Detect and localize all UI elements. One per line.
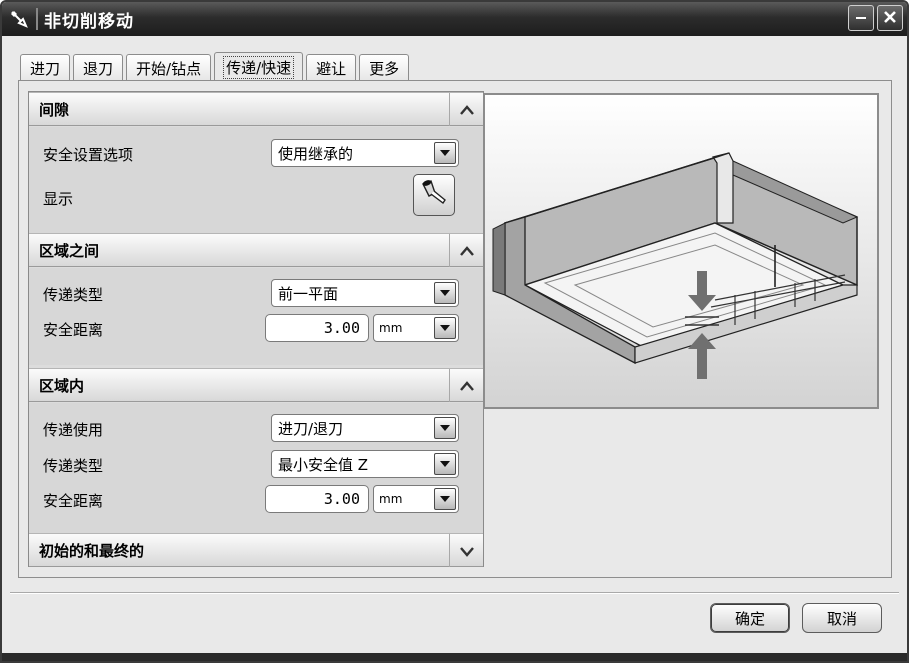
tab-transfer-rapid[interactable]: 传递/快速 bbox=[214, 52, 304, 81]
unit-value: mm bbox=[379, 321, 403, 335]
section-body-clearance: 安全设置选项 使用继承的 显示 bbox=[29, 127, 483, 233]
button-label: 确定 bbox=[734, 609, 765, 628]
section-header-clearance[interactable]: 间隙 bbox=[29, 92, 483, 126]
transfer-using-label: 传递使用 bbox=[43, 421, 104, 439]
dropdown-arrow-icon[interactable] bbox=[434, 417, 456, 439]
tab-label: 开始/钻点 bbox=[136, 59, 202, 78]
section-title: 间隙 bbox=[39, 100, 70, 119]
unit-value: mm bbox=[379, 492, 403, 506]
tab-retract[interactable]: 退刀 bbox=[73, 54, 124, 81]
tab-engage[interactable]: 进刀 bbox=[20, 54, 71, 81]
section-title: 区域内 bbox=[39, 376, 85, 395]
tab-panel: 间隙 安全设置选项 使用继承的 显示 区域之间 传递类型 前一平面 安全距离 3… bbox=[18, 80, 892, 578]
transfer-type-label: 传递类型 bbox=[43, 457, 104, 475]
tab-avoidance[interactable]: 避让 bbox=[306, 54, 357, 81]
safe-distance-label: 安全距离 bbox=[43, 492, 104, 510]
section-title: 区域之间 bbox=[39, 241, 100, 260]
transfer-type-select[interactable]: 最小安全值 Z bbox=[271, 450, 459, 478]
display-label: 显示 bbox=[43, 190, 74, 208]
section-header-between-regions[interactable]: 区域之间 bbox=[29, 233, 483, 267]
close-button[interactable] bbox=[877, 5, 903, 31]
dropdown-arrow-icon[interactable] bbox=[434, 453, 456, 475]
flashlight-icon bbox=[419, 178, 449, 212]
tab-label: 传递/快速 bbox=[223, 55, 295, 79]
select-value: 进刀/退刀 bbox=[278, 419, 344, 438]
settings-panel: 间隙 安全设置选项 使用继承的 显示 区域之间 传递类型 前一平面 安全距离 3… bbox=[28, 91, 484, 567]
select-value: 最小安全值 Z bbox=[278, 455, 369, 474]
section-title: 初始的和最终的 bbox=[39, 541, 145, 560]
cancel-button[interactable]: 取消 bbox=[802, 603, 882, 633]
select-value: 前一平面 bbox=[278, 284, 339, 303]
ok-button[interactable]: 确定 bbox=[710, 603, 790, 633]
dialog-window: 非切削移动 进刀 退刀 开始/钻点 传递/快速 避让 更多 间隙 安全设置选项 … bbox=[0, 0, 909, 663]
tab-label: 避让 bbox=[316, 59, 347, 78]
section-body-between-regions: 传递类型 前一平面 安全距离 3.00 mm bbox=[29, 268, 483, 365]
safe-distance-label: 安全距离 bbox=[43, 321, 104, 339]
tab-start-drill-point[interactable]: 开始/钻点 bbox=[126, 54, 212, 81]
transfer-using-select[interactable]: 进刀/退刀 bbox=[271, 414, 459, 442]
safe-distance-input[interactable]: 3.00 bbox=[265, 314, 369, 342]
minimize-button[interactable] bbox=[848, 5, 874, 31]
dropdown-arrow-icon[interactable] bbox=[434, 317, 456, 339]
title-separator bbox=[36, 8, 38, 30]
input-value: 3.00 bbox=[323, 490, 360, 508]
safety-option-label: 安全设置选项 bbox=[43, 146, 134, 164]
button-label: 取消 bbox=[826, 609, 857, 628]
transfer-type-select[interactable]: 前一平面 bbox=[271, 279, 459, 307]
close-icon bbox=[883, 8, 897, 29]
chevron-up-icon[interactable] bbox=[449, 234, 483, 267]
preview-illustration bbox=[483, 93, 879, 409]
tab-label: 退刀 bbox=[83, 59, 114, 78]
tab-strip: 进刀 退刀 开始/钻点 传递/快速 避让 更多 bbox=[20, 52, 412, 81]
input-value: 3.00 bbox=[323, 319, 360, 337]
dropdown-arrow-icon[interactable] bbox=[434, 488, 456, 510]
display-button[interactable] bbox=[413, 174, 455, 216]
dropdown-arrow-icon[interactable] bbox=[434, 142, 456, 164]
minimize-icon bbox=[854, 8, 868, 29]
safe-distance-unit-select[interactable]: mm bbox=[373, 485, 459, 513]
transfer-type-label: 传递类型 bbox=[43, 286, 104, 304]
safe-distance-input[interactable]: 3.00 bbox=[265, 485, 369, 513]
dropdown-arrow-icon[interactable] bbox=[434, 282, 456, 304]
tab-more[interactable]: 更多 bbox=[359, 54, 410, 81]
chevron-up-icon[interactable] bbox=[449, 93, 483, 126]
tab-label: 进刀 bbox=[30, 59, 61, 78]
tab-label: 更多 bbox=[369, 59, 400, 78]
chevron-down-icon[interactable] bbox=[449, 534, 483, 567]
window-bottom-frame bbox=[2, 653, 907, 661]
select-value: 使用继承的 bbox=[278, 144, 354, 163]
footer-divider bbox=[10, 592, 899, 594]
safe-distance-unit-select[interactable]: mm bbox=[373, 314, 459, 342]
window-title: 非切削移动 bbox=[44, 11, 134, 32]
pocket-diagram bbox=[492, 152, 859, 379]
section-header-initial-final[interactable]: 初始的和最终的 bbox=[29, 533, 483, 567]
title-bar[interactable]: 非切削移动 bbox=[2, 2, 907, 36]
safety-option-select[interactable]: 使用继承的 bbox=[271, 139, 459, 167]
chevron-up-icon[interactable] bbox=[449, 369, 483, 402]
section-header-within-region[interactable]: 区域内 bbox=[29, 368, 483, 402]
wrench-icon[interactable] bbox=[4, 4, 34, 34]
section-body-within-region: 传递使用 进刀/退刀 传递类型 最小安全值 Z 安全距离 3.00 mm bbox=[29, 403, 483, 533]
